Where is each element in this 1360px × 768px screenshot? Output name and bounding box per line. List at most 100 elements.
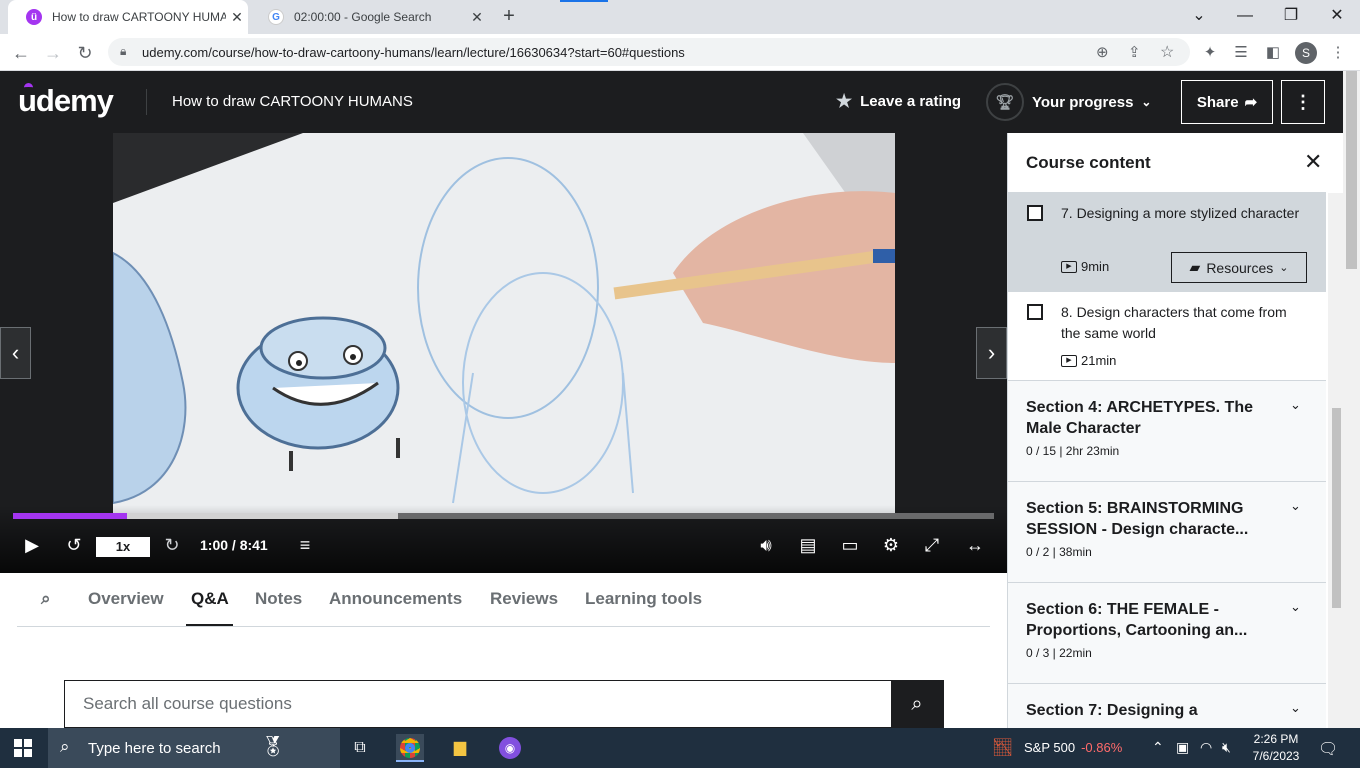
bookmark-star-icon[interactable]: ☆ bbox=[1160, 42, 1174, 62]
tab-notes[interactable]: Notes bbox=[255, 589, 302, 609]
new-tab-icon[interactable]: + bbox=[498, 5, 520, 27]
extensions-puzzle-icon[interactable]: ✦ bbox=[1200, 43, 1220, 63]
chevron-down-icon: ⌄ bbox=[1279, 262, 1289, 274]
search-highlight-icon[interactable]: 🏅︎ bbox=[260, 734, 285, 759]
previous-lecture-icon[interactable]: ‹ bbox=[0, 327, 31, 379]
stock-chart-icon[interactable]: 📉︎ bbox=[992, 738, 1014, 758]
rewind-5-icon[interactable]: ↺ bbox=[62, 533, 86, 557]
side-panel-icon[interactable]: ◧ bbox=[1263, 43, 1283, 63]
search-icon: ⌕ bbox=[60, 737, 70, 756]
zoom-icon[interactable]: ⊕ bbox=[1096, 43, 1109, 61]
close-tab-icon[interactable]: ✕ bbox=[226, 9, 248, 26]
browser-tab-google[interactable]: G 02:00:00 - Google Search ✕ bbox=[250, 0, 488, 34]
next-lecture-icon[interactable]: › bbox=[976, 327, 1007, 379]
lecture-item-8[interactable]: 8. Design characters that come from the … bbox=[1008, 292, 1326, 381]
reload-icon[interactable]: ↻ bbox=[72, 40, 98, 66]
resources-dropdown-button[interactable]: ▰ Resources ⌄ bbox=[1171, 252, 1307, 283]
leave-rating-label: Leave a rating bbox=[860, 93, 962, 110]
lock-icon[interactable]: 🔒︎ bbox=[120, 44, 126, 59]
chevron-down-icon: ⌄ bbox=[1290, 498, 1301, 513]
search-icon[interactable]: ⌕ bbox=[891, 681, 943, 727]
restore-icon[interactable]: ❐ bbox=[1268, 4, 1314, 30]
course-content-sidebar: Course content ✕ 7. Designing a more sty… bbox=[1007, 133, 1343, 728]
tab-overview[interactable]: Overview bbox=[88, 589, 164, 609]
captions-icon[interactable]: ▭ bbox=[838, 533, 862, 557]
fullscreen-icon[interactable]: ⤢ bbox=[920, 533, 944, 557]
tab-learning-tools[interactable]: Learning tools bbox=[585, 589, 702, 609]
share-button[interactable]: Share ➦ bbox=[1181, 80, 1273, 124]
qa-search-input[interactable] bbox=[65, 681, 891, 727]
profile-avatar[interactable]: S bbox=[1295, 42, 1317, 64]
udemy-favicon-icon: ü bbox=[26, 9, 42, 25]
github-desktop-icon[interactable]: ◉ bbox=[496, 734, 524, 762]
tab-qa[interactable]: Q&A bbox=[191, 589, 229, 609]
settings-gear-icon[interactable]: ⚙ bbox=[879, 533, 903, 557]
search-icon[interactable]: ⌕ bbox=[41, 589, 51, 609]
lecture-checkbox[interactable] bbox=[1027, 205, 1043, 221]
forward-icon[interactable]: → bbox=[40, 40, 66, 66]
lecture-duration: ▶ 9min bbox=[1061, 259, 1109, 274]
url-text[interactable]: udemy.com/course/how-to-draw-cartoony-hu… bbox=[142, 45, 685, 60]
expand-width-icon[interactable]: ↔ bbox=[962, 533, 988, 557]
section-item-6[interactable]: Section 6: THE FEMALE - Proportions, Car… bbox=[1008, 583, 1326, 684]
browser-tab-udemy[interactable]: ü How to draw CARTOONY HUMAN ✕ bbox=[8, 0, 248, 34]
section-item-7[interactable]: Section 7: Designing a ⌄ bbox=[1008, 684, 1326, 728]
reading-list-icon[interactable]: ☰ bbox=[1231, 43, 1251, 63]
more-options-icon[interactable]: ⋮ bbox=[1281, 80, 1325, 124]
show-hidden-icons-chevron-icon[interactable]: ⌃ bbox=[1152, 739, 1164, 756]
volume-icon[interactable]: 🔊︎ bbox=[754, 533, 778, 557]
section-item-4[interactable]: Section 4: ARCHETYPES. The Male Characte… bbox=[1008, 381, 1326, 482]
play-icon[interactable]: ▶ bbox=[20, 533, 44, 557]
lecture-title: 7. Designing a more stylized character bbox=[1061, 205, 1300, 221]
progress-bar[interactable] bbox=[13, 513, 994, 519]
file-explorer-icon[interactable]: ▆ bbox=[446, 734, 474, 762]
share-arrow-icon: ➦ bbox=[1244, 94, 1258, 111]
course-header: udemy How to draw CARTOONY HUMANS ★ Leav… bbox=[0, 71, 1343, 133]
sidebar-scroll-thumb[interactable] bbox=[1332, 408, 1341, 608]
close-icon[interactable]: ✕ bbox=[1304, 149, 1322, 175]
chrome-menu-icon[interactable]: ⋮ bbox=[1328, 43, 1348, 63]
add-note-icon[interactable]: ≡ bbox=[292, 533, 318, 557]
wifi-icon[interactable]: ◠ bbox=[1200, 739, 1212, 756]
minimize-icon[interactable]: — bbox=[1222, 4, 1268, 30]
chevron-down-icon: ⌄ bbox=[1141, 95, 1152, 109]
close-tab-icon[interactable]: ✕ bbox=[466, 9, 488, 26]
tab-search-chevron-icon[interactable]: ⌄ bbox=[1176, 4, 1222, 30]
chrome-taskbar-icon[interactable] bbox=[396, 734, 424, 762]
back-icon[interactable]: ← bbox=[8, 40, 34, 66]
address-bar[interactable]: 🔒︎ udemy.com/course/how-to-draw-cartoony… bbox=[108, 38, 1190, 66]
tab-announcements[interactable]: Announcements bbox=[329, 589, 462, 609]
stock-ticker[interactable]: S&P 500 -0.86% bbox=[1024, 740, 1122, 755]
tab-reviews[interactable]: Reviews bbox=[490, 589, 558, 609]
taskbar-search-placeholder: Type here to search bbox=[88, 740, 221, 757]
folder-icon: ▰ bbox=[1189, 259, 1201, 275]
taskbar-clock[interactable]: 2:26 PM 7/6/2023 bbox=[1246, 731, 1306, 765]
forward-5-icon[interactable]: ↻ bbox=[160, 533, 184, 557]
volume-muted-icon[interactable]: 🔇︎ bbox=[1222, 739, 1231, 756]
notifications-icon[interactable]: 🗨︎ bbox=[1318, 739, 1338, 759]
lecture-duration: ▶ 21min bbox=[1061, 353, 1116, 368]
taskbar-search-box[interactable]: ⌕ Type here to search 🏅︎ bbox=[48, 728, 340, 768]
video-player[interactable]: ‹ › ▶ ↺ 1x ↻ 1:00 / 8:41 ≡ 🔊︎ ▤ ▭ ⚙ ⤢ ↔ bbox=[0, 133, 1007, 573]
lecture-item-7[interactable]: 7. Designing a more stylized character ▶… bbox=[1008, 193, 1326, 292]
section-title: Section 6: THE FEMALE - Proportions, Car… bbox=[1026, 601, 1248, 639]
video-icon: ▶ bbox=[1061, 260, 1077, 273]
task-view-icon[interactable]: ⧉ bbox=[346, 734, 374, 762]
course-title[interactable]: How to draw CARTOONY HUMANS bbox=[172, 93, 413, 110]
played-bar bbox=[13, 513, 127, 519]
lecture-checkbox[interactable] bbox=[1027, 304, 1043, 320]
page-scroll-thumb[interactable] bbox=[1346, 71, 1357, 269]
playback-speed-button[interactable]: 1x bbox=[96, 537, 150, 557]
close-window-icon[interactable]: ✕ bbox=[1314, 4, 1360, 30]
meet-now-icon[interactable]: ▣ bbox=[1176, 739, 1189, 756]
section-title: Section 7: Designing a bbox=[1026, 702, 1198, 719]
share-page-icon[interactable]: ⇪ bbox=[1128, 43, 1141, 61]
your-progress-button[interactable]: 🏆︎ Your progress ⌄ bbox=[986, 83, 1151, 121]
sidebar-scrollbar[interactable] bbox=[1328, 193, 1343, 728]
transcript-icon[interactable]: ▤ bbox=[796, 533, 820, 557]
leave-rating-button[interactable]: ★ Leave a rating bbox=[836, 91, 961, 112]
section-item-5[interactable]: Section 5: BRAINSTORMING SESSION - Desig… bbox=[1008, 482, 1326, 583]
page-scrollbar[interactable] bbox=[1343, 71, 1360, 728]
udemy-logo[interactable]: udemy bbox=[18, 83, 114, 119]
windows-start-icon[interactable] bbox=[14, 739, 32, 757]
